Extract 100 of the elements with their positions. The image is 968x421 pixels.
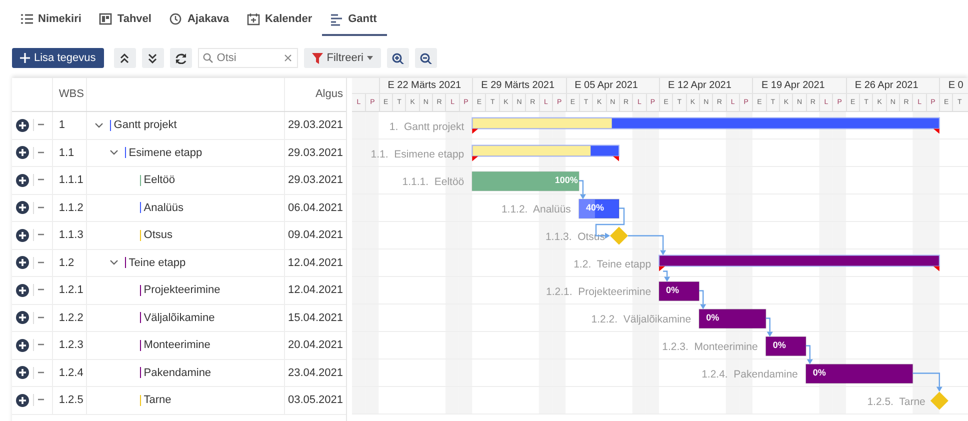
- add-circle-icon[interactable]: [16, 118, 29, 132]
- start-date: 15.04.2021: [288, 310, 344, 326]
- expand-all-button[interactable]: [142, 48, 164, 68]
- bar-label: 1.2.2. Väljalõikamine: [591, 313, 692, 326]
- task-bar[interactable]: [698, 308, 766, 329]
- task-name: Pakendamine: [144, 366, 212, 380]
- add-circle-icon[interactable]: [16, 256, 29, 270]
- filter-button[interactable]: Filtreeri: [304, 48, 382, 68]
- wbs-number: 1.1.3: [58, 228, 84, 243]
- start-date: 12.04.2021: [288, 283, 344, 298]
- start-date: 06.04.2021: [288, 200, 344, 216]
- wbs-number: 1.2.5: [58, 393, 84, 408]
- add-circle-icon[interactable]: [16, 201, 29, 214]
- progress-text: 0%: [812, 367, 826, 378]
- week-label: E 26 Apr 2021: [854, 80, 918, 91]
- refresh-icon: [174, 52, 187, 64]
- task-name: Otsus: [144, 228, 173, 243]
- caret-icon: [367, 56, 374, 60]
- zoom-out-button[interactable]: [415, 48, 438, 68]
- add-circle-icon[interactable]: [16, 146, 29, 160]
- task-bar[interactable]: [658, 281, 700, 302]
- double-chevron-down-icon: [148, 52, 158, 64]
- chevron-down-icon[interactable]: [94, 122, 103, 128]
- start-date: 20.04.2021: [288, 338, 344, 353]
- task-name: Gantt projekt: [114, 118, 177, 133]
- dependency-arrow: [628, 235, 666, 256]
- dependency-arrow: [806, 345, 813, 364]
- bar-label: 1.2. Teine etapp: [574, 258, 652, 270]
- start-date: 23.04.2021: [288, 366, 344, 380]
- wbs-number: 1.2.3: [58, 338, 84, 353]
- add-circle-icon[interactable]: [16, 174, 29, 187]
- dependency-arrow: [699, 290, 706, 310]
- collapse-all-button[interactable]: [114, 48, 136, 68]
- add-circle-icon[interactable]: [16, 366, 29, 380]
- add-circle-icon[interactable]: [16, 228, 29, 242]
- task-bar[interactable]: [765, 336, 806, 356]
- week-label: E 29 Märts 2021: [481, 80, 554, 91]
- add-circle-icon[interactable]: [16, 284, 29, 297]
- progress-text: 0%: [706, 312, 720, 322]
- week-label: E 22 Märts 2021: [388, 80, 462, 91]
- refresh-button[interactable]: [170, 48, 192, 68]
- progress-text: 0%: [772, 340, 786, 350]
- view-tab[interactable]: Ajakava: [161, 6, 240, 36]
- week-label: E 05 Apr 2021: [574, 80, 638, 91]
- summary-bar[interactable]: [658, 254, 940, 272]
- summary-bar[interactable]: [472, 117, 940, 134]
- task-name: Eeltöö: [144, 173, 175, 188]
- search-icon: [202, 53, 213, 63]
- bar-label: 1.2.4. Pakendamine: [702, 368, 798, 380]
- view-tab[interactable]: Gantt: [322, 6, 387, 36]
- start-date: 29.03.2021: [288, 173, 344, 188]
- dependency-arrow: [578, 180, 586, 200]
- add-task-button[interactable]: Lisa tegevus: [12, 48, 104, 68]
- chevron-down-icon[interactable]: [110, 150, 118, 156]
- view-tab[interactable]: Nimekiri: [12, 6, 92, 36]
- dependency-arrow: [766, 318, 773, 337]
- search-field[interactable]: Otsi: [198, 48, 298, 68]
- dependency-arrow: [912, 372, 942, 392]
- clock-icon: [169, 12, 182, 26]
- list-icon: [20, 12, 33, 26]
- add-circle-icon[interactable]: [16, 394, 29, 407]
- week-label: E 19 Apr 2021: [761, 80, 825, 91]
- zoom-out-icon: [420, 52, 432, 64]
- add-circle-icon[interactable]: [16, 338, 29, 352]
- progress-text: 0%: [666, 284, 680, 295]
- clear-icon[interactable]: [284, 54, 292, 62]
- week-label: E 12 Apr 2021: [668, 80, 732, 91]
- column-header: Algus: [315, 87, 343, 102]
- task-name: Esimene etapp: [128, 146, 202, 160]
- wbs-number: 1.2.2: [58, 310, 84, 326]
- task-name: Monteerimine: [144, 338, 210, 353]
- add-circle-icon[interactable]: [16, 311, 29, 324]
- gantt-icon: [330, 12, 344, 26]
- summary-bar[interactable]: [472, 144, 620, 162]
- task-bar[interactable]: [578, 198, 620, 219]
- week-label: E 0: [948, 80, 964, 91]
- chevron-down-icon[interactable]: [110, 260, 118, 266]
- bar-label: 1.2.1. Projekteerimine: [546, 286, 652, 298]
- task-name: Teine etapp: [128, 256, 186, 270]
- wbs-number: 1.1.1: [58, 173, 84, 188]
- start-date: 09.04.2021: [288, 228, 344, 243]
- wbs-number: 1.1: [58, 146, 74, 160]
- task-name: Projekteerimine: [144, 283, 220, 298]
- bar-label: 1.1. Esimene etapp: [370, 148, 464, 160]
- view-tab[interactable]: Tahvel: [91, 6, 162, 36]
- zoom-in-button[interactable]: [387, 48, 410, 68]
- column-header: WBS: [58, 87, 84, 102]
- bar-label: 1.2.5. Tarne: [867, 396, 926, 408]
- start-date: 29.03.2021: [288, 146, 343, 160]
- wbs-number: 1.2.1: [58, 283, 84, 298]
- task-bar[interactable]: [805, 364, 914, 384]
- progress-text: 100%: [554, 174, 578, 185]
- wbs-number: 1.2: [58, 256, 74, 270]
- plus-icon: [20, 53, 30, 63]
- bar-label: 1.2.3. Monteerimine: [662, 340, 758, 353]
- wbs-number: 1.2.4: [58, 366, 84, 380]
- view-tab[interactable]: Kalender: [239, 6, 322, 36]
- task-name: Väljalõikamine: [144, 310, 215, 326]
- bar-label: 1.1.1. Eeltöö: [402, 176, 464, 188]
- task-name: Tarne: [144, 393, 172, 408]
